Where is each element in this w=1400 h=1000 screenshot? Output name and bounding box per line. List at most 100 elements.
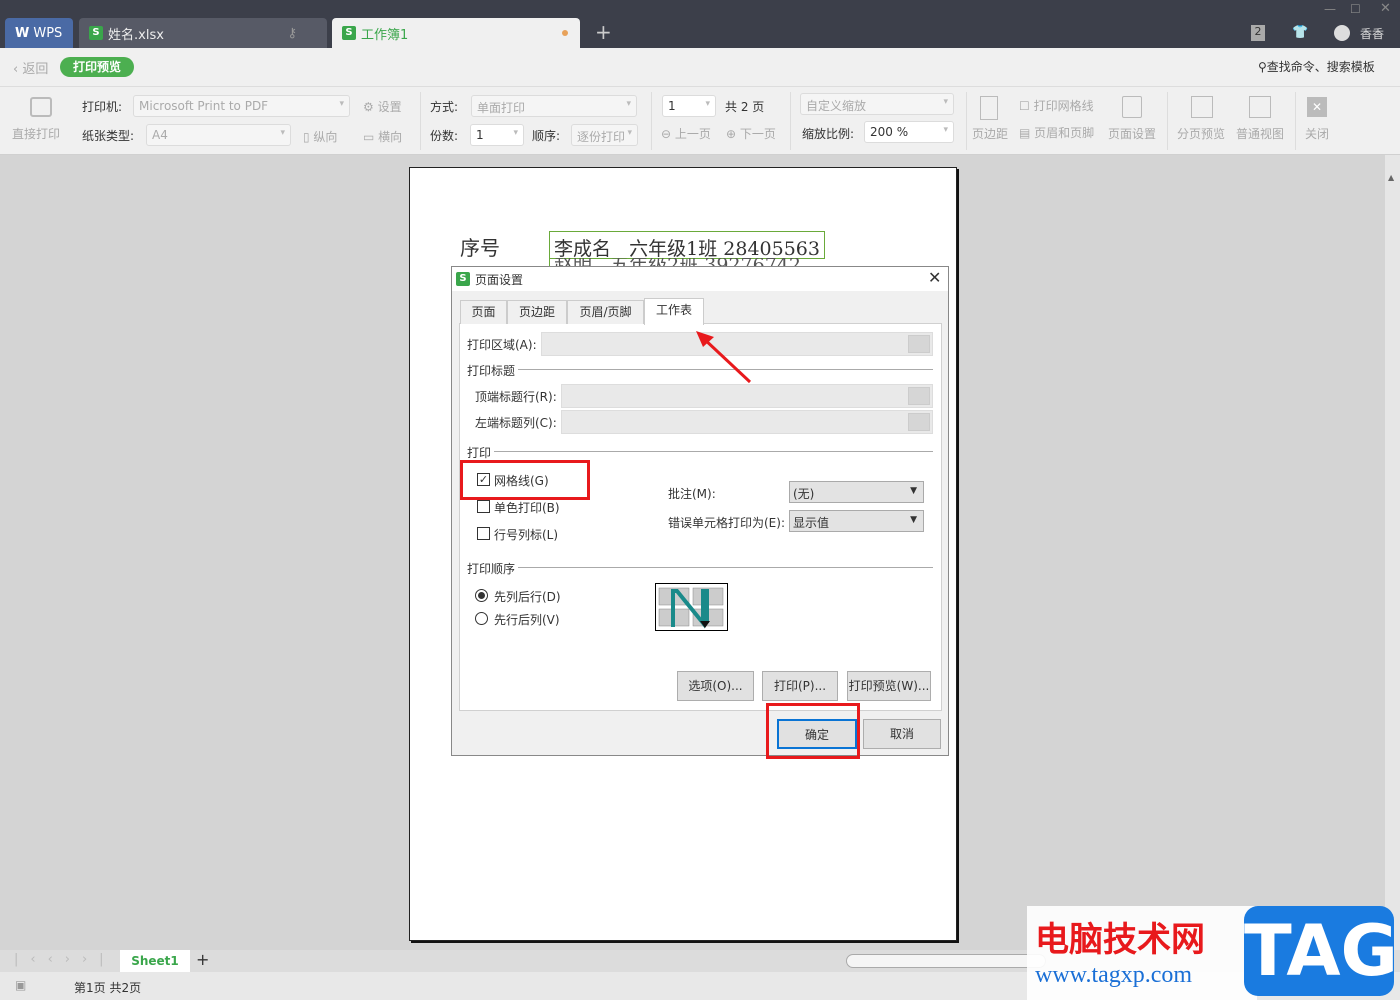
highlight-box-ok (766, 703, 860, 759)
page-setup-button[interactable]: 页面设置 (1108, 125, 1156, 142)
landscape-button[interactable]: ▭ 横向 (363, 128, 402, 145)
copies-stepper[interactable]: 1 (470, 124, 524, 146)
nav-bar: ‹ 返回 打印预览 ⚲查找命令、搜索模板 (0, 48, 1400, 87)
zoom-select[interactable]: 200 % (864, 121, 954, 143)
order-select[interactable]: 逐份打印 (571, 124, 638, 146)
dialog-close-button[interactable]: ✕ (928, 268, 941, 287)
minimize-button[interactable]: — (1324, 2, 1336, 16)
next-label: 下一页 (739, 127, 776, 141)
print-preview-button[interactable]: 打印预览(W)... (847, 671, 931, 701)
add-sheet-button[interactable]: + (196, 950, 209, 969)
cell-class: 五年级2班 39276742 (610, 258, 801, 266)
print-button[interactable]: 打印(P)... (762, 671, 838, 701)
tab-file-xlsx[interactable]: S 姓名.xlsx ⚷ (79, 18, 327, 48)
print-order-heading: 打印顺序 (467, 562, 516, 576)
total-pages: 共 2 页 (725, 100, 765, 114)
next-page-button[interactable]: ⊕ 下一页 (726, 125, 776, 142)
page-number-stepper[interactable]: 1 (662, 95, 716, 117)
search-icon: ⚲ (1258, 60, 1267, 74)
sheet-icon: S (89, 26, 103, 40)
mono-checkbox[interactable] (477, 500, 490, 513)
mono-label: 单色打印(B) (494, 501, 560, 515)
sheet-tab-sheet1[interactable]: Sheet1 (120, 950, 190, 972)
normal-view-button[interactable]: 普通视图 (1236, 125, 1284, 142)
copies-label: 份数: (430, 129, 459, 143)
down-then-over-radio[interactable] (475, 589, 488, 602)
search-command[interactable]: ⚲查找命令、搜索模板 (1258, 58, 1375, 75)
user-name[interactable]: 香香 (1360, 25, 1384, 42)
divider (518, 567, 933, 568)
horizontal-scrollbar[interactable] (846, 954, 1046, 968)
dialog-title-bar: S 页面设置 ✕ (452, 267, 948, 291)
cancel-button[interactable]: 取消 (863, 719, 941, 749)
errors-select[interactable]: 显示值 (789, 510, 924, 532)
page-count: 第1页 共2页 (74, 981, 142, 995)
watermark: 电脑技术网 www.tagxp.com (1027, 906, 1257, 1000)
watermark-title: 电脑技术网 (1035, 920, 1205, 960)
tab-wps[interactable]: W WPS (5, 18, 73, 48)
divider (1167, 92, 1168, 150)
grid-view-icon (1249, 96, 1271, 118)
divider (494, 451, 933, 452)
close-icon[interactable]: ✕ (1307, 97, 1327, 117)
table-row: 赵明 五年级2班 39276742 (549, 258, 825, 266)
back-button[interactable]: ‹ 返回 (13, 58, 48, 77)
new-tab-button[interactable]: + (595, 20, 612, 44)
back-label: 返回 (22, 62, 49, 77)
rowcol-label: 行号列标(L) (494, 528, 559, 542)
avatar[interactable] (1334, 25, 1350, 41)
comments-select[interactable]: (无) (789, 481, 924, 503)
divider (790, 92, 791, 150)
table-row: 李成名 六年级1班 28405563 (549, 231, 825, 260)
tab-workbook1[interactable]: S 工作簿1 (332, 18, 580, 48)
printer-icon (30, 97, 52, 117)
zoom-mode-select[interactable]: 自定义缩放 (800, 93, 954, 115)
header-footer-button[interactable]: ▤ 页眉和页脚 (1019, 124, 1094, 141)
range-picker-icon[interactable] (908, 387, 930, 405)
vertical-scrollbar[interactable]: ▲ (1385, 155, 1400, 950)
tab-label: WPS (33, 25, 63, 41)
top-rows-label: 顶端标题行(R): (475, 390, 557, 404)
close-window-button[interactable]: ✕ (1380, 1, 1391, 16)
left-cols-label: 左端标题列(C): (475, 416, 557, 430)
rowcol-headings-checkbox[interactable] (477, 527, 490, 540)
portrait-button[interactable]: ▯ 纵向 (303, 128, 337, 145)
comments-label: 批注(M): (668, 487, 716, 501)
printer-select[interactable]: Microsoft Print to PDF (133, 95, 350, 117)
tab-page[interactable]: 页面 (460, 300, 507, 324)
printer-settings-button[interactable]: ⚙ 设置 (363, 98, 402, 115)
gridlines-label: 打印网格线 (1033, 99, 1094, 113)
method-label: 方式: (430, 100, 459, 114)
print-gridlines-toggle[interactable]: ☐ 打印网格线 (1019, 97, 1094, 114)
margins-button[interactable]: 页边距 (972, 125, 1008, 142)
cell-name: 赵明 (554, 258, 592, 266)
print-preview-badge: 打印预览 (60, 57, 134, 77)
cell-name: 李成名 (554, 238, 612, 260)
cell-class: 六年级1班 28405563 (629, 238, 820, 260)
duplex-select[interactable]: 单面打印 (471, 95, 637, 117)
sheet-nav-arrows[interactable]: |‹‹››| (14, 952, 116, 967)
divider (420, 92, 421, 150)
tab-header-footer[interactable]: 页眉/页脚 (567, 300, 644, 324)
tab-margins[interactable]: 页边距 (507, 300, 567, 324)
page-break-preview-button[interactable]: 分页预览 (1177, 125, 1225, 142)
portrait-label: 纵向 (313, 130, 338, 144)
tab-sheet[interactable]: 工作表 (644, 298, 704, 325)
left-cols-input[interactable] (561, 410, 933, 434)
window-count-badge[interactable]: 2 (1251, 25, 1265, 41)
over-then-down-radio[interactable] (475, 612, 488, 625)
skin-icon[interactable]: 👕 (1292, 25, 1308, 40)
paper-select[interactable]: A4 (146, 124, 291, 146)
close-preview-button[interactable]: 关闭 (1305, 125, 1329, 142)
printer-label: 打印机: (82, 100, 123, 114)
options-button[interactable]: 选项(O)... (677, 671, 754, 701)
maximize-button[interactable]: ☐ (1350, 2, 1361, 16)
unsaved-dot (562, 30, 568, 36)
range-picker-icon[interactable] (908, 413, 930, 431)
highlight-box-gridlines (460, 460, 590, 500)
scroll-up-icon[interactable]: ▲ (1388, 173, 1394, 182)
range-picker-icon[interactable] (908, 335, 930, 353)
prev-page-button[interactable]: ⊖ 上一页 (661, 125, 711, 142)
direct-print-button[interactable]: 直接打印 (12, 125, 60, 142)
header-footer-label: 页眉和页脚 (1034, 126, 1095, 140)
